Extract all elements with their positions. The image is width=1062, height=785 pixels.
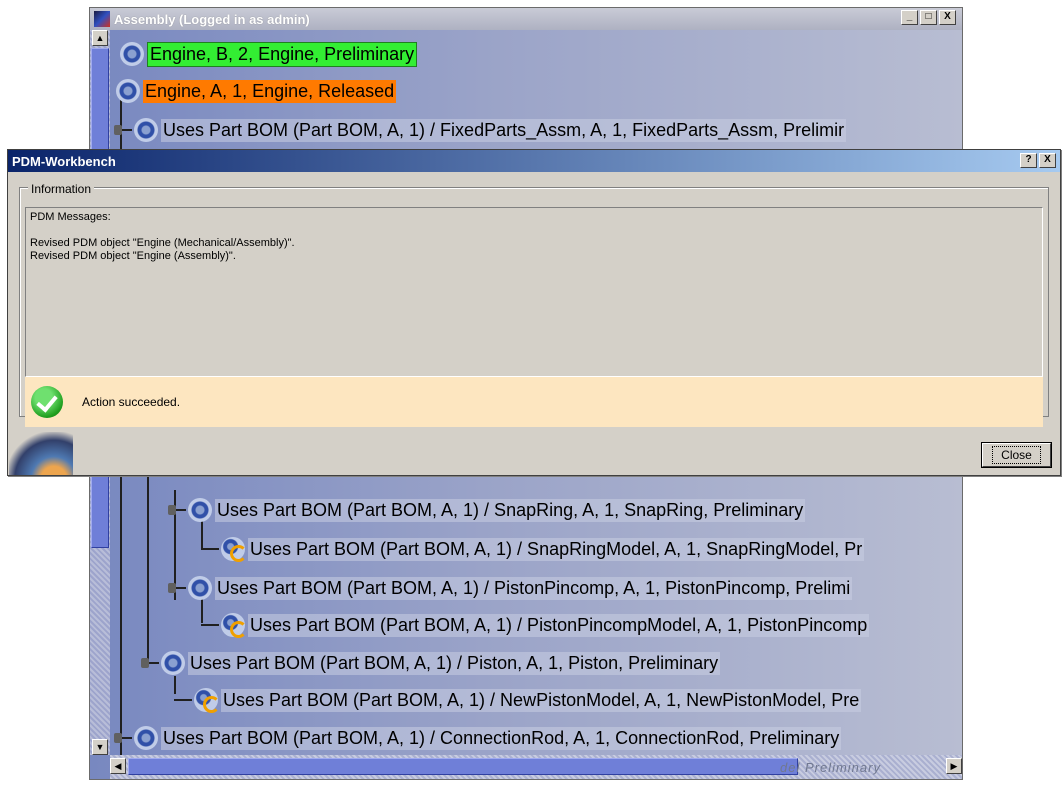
tree-line <box>147 460 149 662</box>
model-icon <box>221 613 247 638</box>
tree-row[interactable]: Uses Part BOM (Part BOM, A, 1) / SnapRin… <box>201 535 865 563</box>
status-message: Action succeeded. <box>82 395 181 409</box>
pdm-workbench-dialog: PDM-Workbench ? X Information PDM Messag… <box>7 149 1061 476</box>
pdm-messages-box: PDM Messages: Revised PDM object "Engine… <box>25 207 1043 377</box>
tree-row[interactable]: Uses Part BOM (Part BOM, A, 1) / PistonP… <box>168 574 853 602</box>
hscroll-ghost-text: del Preliminary <box>780 760 881 775</box>
dialog-window-controls: ? X <box>1020 153 1056 168</box>
tree-row[interactable]: Uses Part BOM (Part BOM, A, 1) / PistonP… <box>201 611 870 639</box>
tree-row[interactable]: Engine, B, 2, Engine, Preliminary <box>94 40 418 68</box>
globe-logo-icon <box>9 432 73 475</box>
dialog-titlebar: PDM-Workbench ? X <box>8 150 1060 172</box>
part-icon <box>188 498 212 522</box>
close-button-label: Close <box>992 446 1041 464</box>
scroll-right-arrow-icon[interactable]: ▶ <box>946 758 962 774</box>
dialog-close-x-button[interactable]: X <box>1039 153 1056 168</box>
tree-row-label[interactable]: Uses Part BOM (Part BOM, A, 1) / SnapRin… <box>248 537 865 561</box>
tree-row[interactable]: Uses Part BOM (Part BOM, A, 1) / FixedPa… <box>114 116 847 144</box>
tree-connector <box>114 125 132 135</box>
tree-row[interactable]: Uses Part BOM (Part BOM, A, 1) / Piston,… <box>141 649 721 677</box>
tree-row-label[interactable]: Uses Part BOM (Part BOM, A, 1) / SnapRin… <box>215 498 806 522</box>
message-line: PDM Messages: <box>30 211 111 223</box>
tree-connector <box>114 733 132 743</box>
success-check-icon <box>31 386 63 418</box>
message-line: Revised PDM object "Engine (Mechanical/A… <box>30 237 295 249</box>
part-icon <box>161 651 185 675</box>
tree-connector <box>168 505 186 515</box>
scroll-down-arrow-icon[interactable]: ▼ <box>92 739 108 755</box>
tree-row-label[interactable]: Uses Part BOM (Part BOM, A, 1) / PistonP… <box>215 576 853 600</box>
scroll-left-arrow-icon[interactable]: ◀ <box>110 758 126 774</box>
part-icon <box>134 118 158 142</box>
tree-row-label[interactable]: Uses Part BOM (Part BOM, A, 1) / Connect… <box>161 726 842 750</box>
tree-row-label[interactable]: Uses Part BOM (Part BOM, A, 1) / NewPist… <box>221 688 862 712</box>
tree-connector <box>174 699 192 701</box>
dialog-title: PDM-Workbench <box>12 153 116 169</box>
tree-row-label[interactable]: Uses Part BOM (Part BOM, A, 1) / Piston,… <box>188 651 721 675</box>
tree-connector <box>168 583 186 593</box>
tree-row[interactable]: Uses Part BOM (Part BOM, A, 1) / Connect… <box>114 724 842 752</box>
information-group-label: Information <box>28 182 95 196</box>
horizontal-scroll-thumb[interactable] <box>128 758 798 775</box>
status-bar: Action succeeded. <box>25 377 1043 427</box>
help-button[interactable]: ? <box>1020 153 1037 168</box>
tree-connector <box>201 624 219 626</box>
message-line <box>30 224 1038 237</box>
tree-row[interactable]: Engine, A, 1, Engine, Released <box>94 77 397 105</box>
message-line: Revised PDM object "Engine (Assembly)". <box>30 250 236 262</box>
tree-connector <box>141 658 159 668</box>
tree-row-label[interactable]: Engine, A, 1, Engine, Released <box>143 79 397 103</box>
model-icon <box>221 537 247 562</box>
engine-icon <box>120 42 144 66</box>
close-window-button[interactable]: X <box>939 10 956 25</box>
engine-icon <box>116 79 140 103</box>
catia-app-icon <box>94 11 110 27</box>
minimize-button[interactable]: _ <box>901 10 918 25</box>
maximize-button[interactable]: □ <box>920 10 937 25</box>
tree-connector <box>201 548 219 550</box>
tree-row-label[interactable]: Uses Part BOM (Part BOM, A, 1) / PistonP… <box>248 613 870 637</box>
tree-row[interactable]: Uses Part BOM (Part BOM, A, 1) / NewPist… <box>174 686 862 714</box>
tree-row-label[interactable]: Uses Part BOM (Part BOM, A, 1) / FixedPa… <box>161 118 847 142</box>
tree-row[interactable]: Uses Part BOM (Part BOM, A, 1) / SnapRin… <box>168 496 806 524</box>
model-icon <box>194 688 220 713</box>
tree-row-label[interactable]: Engine, B, 2, Engine, Preliminary <box>147 41 418 67</box>
part-icon <box>188 576 212 600</box>
assembly-title: Assembly (Logged in as admin) <box>114 11 310 27</box>
part-icon <box>134 726 158 750</box>
close-button[interactable]: Close <box>981 442 1052 468</box>
assembly-titlebar: Assembly (Logged in as admin) _ □ X <box>90 8 962 30</box>
assembly-window-controls: _ □ X <box>901 10 956 25</box>
